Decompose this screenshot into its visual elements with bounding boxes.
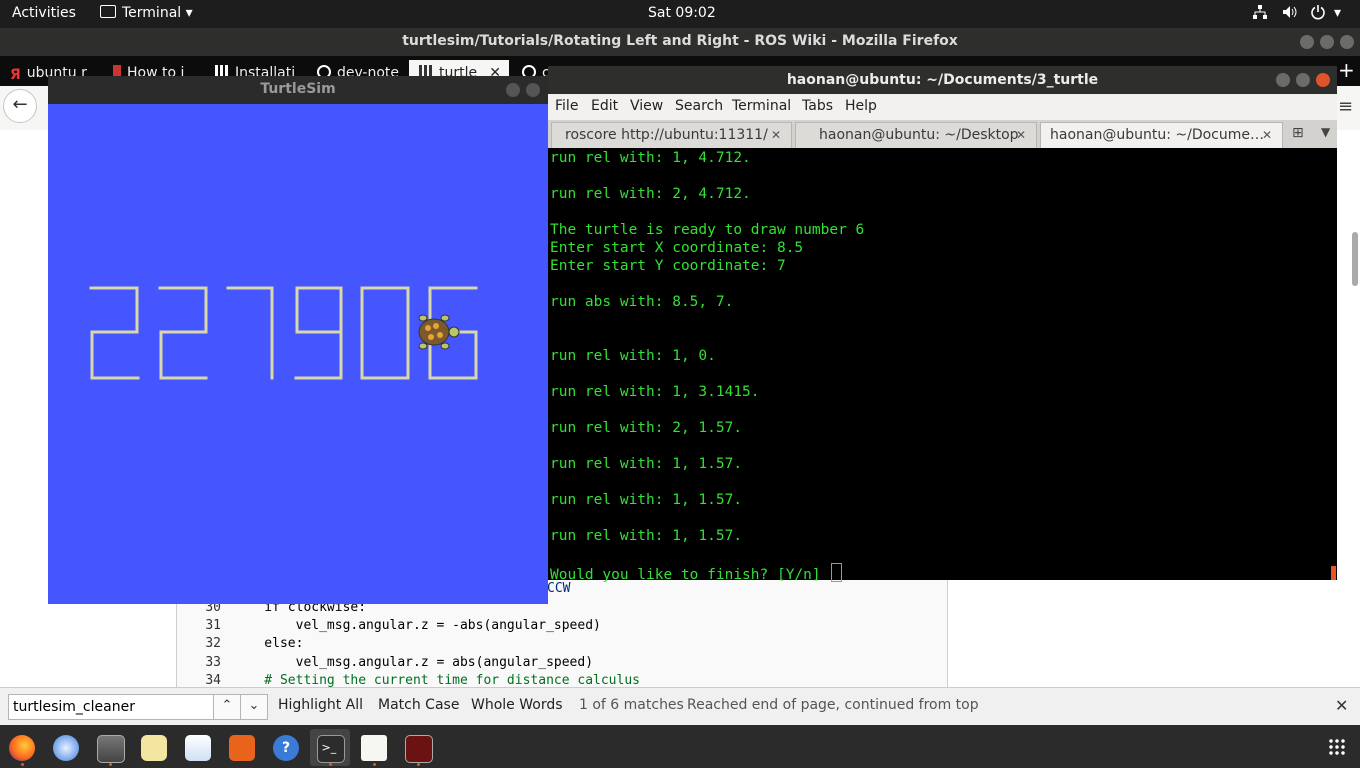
new-tab-icon[interactable]: ⊞	[1292, 125, 1304, 141]
find-previous-button[interactable]: ⌃	[213, 694, 241, 720]
menu-view[interactable]: View	[630, 98, 663, 114]
minimize-button[interactable]	[1276, 73, 1290, 87]
menu-tabs[interactable]: Tabs	[802, 98, 833, 114]
terminal-line: run rel with: 1, 4.712.	[550, 150, 751, 166]
terminal-tab-desktop[interactable]: haonan@ubuntu: ~/Desktop ✕	[795, 122, 1037, 148]
menu-terminal[interactable]: Terminal	[732, 98, 791, 114]
terminal-line: run rel with: 2, 1.57.	[550, 420, 743, 436]
close-findbar-icon[interactable]: ✕	[1335, 696, 1348, 715]
volume-icon[interactable]	[1281, 4, 1299, 24]
chevron-down-icon[interactable]: ▾	[1334, 5, 1341, 21]
whole-words-toggle[interactable]: Whole Words	[471, 697, 563, 713]
back-button[interactable]: ←	[3, 89, 37, 123]
terminal-icon	[100, 5, 116, 18]
turtlesim-window-title: TurtleSim	[260, 81, 336, 97]
terminal-title-bar: haonan@ubuntu: ~/Documents/3_turtle	[548, 66, 1337, 94]
drawn-digit-7	[226, 286, 274, 380]
drawn-digit-2	[89, 286, 140, 380]
terminal-line: run rel with: 1, 0.	[550, 348, 716, 364]
drawn-digit-2	[158, 286, 208, 380]
turtlesim-title-bar: TurtleSim	[48, 76, 548, 104]
menu-search[interactable]: Search	[675, 98, 723, 114]
terminal-line: Enter start Y coordinate: 7	[550, 258, 786, 274]
close-button[interactable]	[526, 83, 540, 97]
chevron-down-icon: ⌄	[248, 698, 260, 713]
maximize-button[interactable]	[1296, 73, 1310, 87]
libreoffice-writer-icon[interactable]	[185, 735, 211, 761]
terminal-output[interactable]: run rel with: 1, 4.712. run rel with: 2, …	[548, 148, 1337, 583]
network-icon[interactable]	[1252, 4, 1268, 24]
find-input[interactable]: turtlesim_cleaner	[8, 694, 218, 720]
terminal-line: The turtle is ready to draw number 6	[550, 222, 865, 238]
terminal-line: run abs with: 8.5, 7.	[550, 294, 734, 310]
help-icon[interactable]: ?	[273, 735, 299, 761]
drawn-digit-0	[360, 286, 410, 380]
app-menu-label: Terminal	[122, 5, 182, 21]
turtlesim-app-icon[interactable]	[405, 735, 433, 763]
maximize-button[interactable]	[1320, 35, 1334, 49]
code-line: 31 vel_msg.angular.z = -abs(angular_spee…	[205, 618, 601, 633]
terminal-tab-roscore[interactable]: roscore http://ubuntu:11311/✕	[551, 122, 792, 148]
close-tab-icon[interactable]: ✕	[1016, 123, 1026, 147]
terminal-line: Enter start X coordinate: 8.5	[550, 240, 804, 256]
files-icon[interactable]	[97, 735, 125, 763]
code-line: 33 vel_msg.angular.z = abs(angular_speed…	[205, 655, 594, 670]
match-case-toggle[interactable]: Match Case	[378, 697, 459, 713]
firefox-title-bar: turtlesim/Tutorials/Rotating Left and Ri…	[0, 28, 1360, 56]
find-status: Reached end of page, continued from top	[687, 697, 979, 713]
chevron-up-icon: ⌃	[221, 698, 233, 713]
page-scrollbar[interactable]	[1352, 232, 1358, 286]
firefox-window-title: turtlesim/Tutorials/Rotating Left and Ri…	[402, 33, 958, 49]
power-icon[interactable]	[1310, 4, 1326, 24]
activities-button[interactable]: Activities	[12, 5, 76, 21]
terminal-icon[interactable]: >_	[317, 735, 345, 763]
terminal-tab-documents[interactable]: haonan@ubuntu: ~/Docume… ✕	[1040, 122, 1283, 148]
close-button[interactable]	[1340, 35, 1354, 49]
yandex-icon: Я	[10, 67, 21, 83]
terminal-line: run rel with: 1, 1.57.	[550, 492, 743, 508]
text-editor-icon[interactable]	[361, 735, 387, 761]
menu-help[interactable]: Help	[845, 98, 877, 114]
terminal-line: Would you like to finish? [Y/n]	[550, 563, 843, 584]
code-line: 32 else:	[205, 636, 304, 651]
close-button[interactable]	[1316, 73, 1330, 87]
terminal-line: run rel with: 1, 1.57.	[550, 456, 743, 472]
terminal-scrollbar[interactable]	[1331, 566, 1336, 580]
terminal-line: run rel with: 1, 3.1415.	[550, 384, 760, 400]
match-count: 1 of 6 matches	[579, 697, 684, 713]
terminal-cursor	[831, 563, 843, 582]
terminal-line: run rel with: 2, 4.712.	[550, 186, 751, 202]
close-tab-icon[interactable]: ✕	[771, 123, 781, 147]
close-tab-icon[interactable]: ✕	[1262, 123, 1272, 147]
chevron-down-icon: ▾	[185, 5, 193, 21]
minimize-button[interactable]	[506, 83, 520, 97]
terminal-menu-bar	[548, 94, 1337, 120]
app-menu[interactable]: Terminal ▾	[100, 5, 193, 21]
menu-edit[interactable]: Edit	[591, 98, 618, 114]
gnome-top-bar: Activities Terminal ▾ Sat 09:02 ▾	[0, 0, 1360, 28]
new-tab-icon[interactable]: +	[1338, 58, 1355, 82]
menu-file[interactable]: File	[555, 98, 578, 114]
firefox-icon[interactable]	[9, 735, 35, 761]
minimize-button[interactable]	[1300, 35, 1314, 49]
software-center-icon[interactable]	[229, 735, 255, 761]
menu-icon[interactable]: ≡	[1338, 96, 1353, 117]
clock[interactable]: Sat 09:02	[648, 5, 716, 21]
terminal-window-title: haonan@ubuntu: ~/Documents/3_turtle	[786, 72, 1099, 88]
rhythmbox-icon[interactable]	[141, 735, 167, 761]
terminal-line: run rel with: 1, 1.57.	[550, 528, 743, 544]
turtlesim-canvas	[48, 104, 548, 604]
find-next-button[interactable]: ⌄	[240, 694, 268, 720]
turtle-drawing	[89, 286, 478, 380]
thunderbird-icon[interactable]	[53, 735, 79, 761]
turtle-icon	[418, 314, 460, 350]
app-grid-icon[interactable]	[1328, 738, 1346, 756]
arrow-left-icon: ←	[12, 94, 28, 115]
chevron-down-icon[interactable]: ▼	[1321, 125, 1330, 139]
highlight-all-toggle[interactable]: Highlight All	[278, 697, 363, 713]
